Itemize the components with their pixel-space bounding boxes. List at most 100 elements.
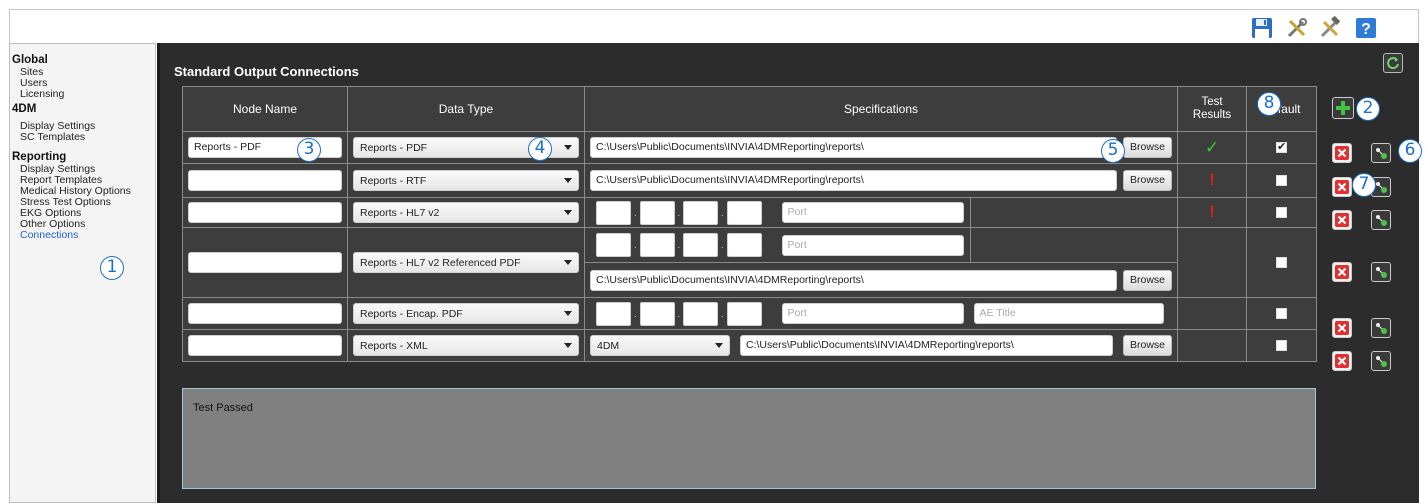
plus-icon: [1336, 101, 1350, 115]
default-checkbox[interactable]: [1276, 308, 1287, 319]
browse-button[interactable]: Browse: [1122, 137, 1172, 158]
status-message-area: Test Passed: [182, 388, 1316, 489]
default-checkbox[interactable]: [1276, 140, 1287, 153]
path-input[interactable]: C:\Users\Public\Documents\INVIA\4DMRepor…: [740, 335, 1113, 356]
copy-row-button[interactable]: [1371, 143, 1391, 163]
help-icon[interactable]: ?: [1353, 15, 1379, 41]
test-result-empty: [1177, 329, 1247, 362]
header-test-results-line: Test: [1201, 96, 1223, 108]
chevron-down-icon: [564, 343, 572, 348]
test-result-fail: !: [1177, 197, 1247, 228]
node-name-input[interactable]: [188, 303, 342, 324]
close-icon: [1335, 180, 1349, 194]
close-icon: [1335, 354, 1349, 368]
browse-button[interactable]: Browse: [1122, 269, 1172, 291]
header-test-results-line: Results: [1192, 109, 1232, 121]
format-value: 4DM: [597, 339, 620, 352]
delete-row-button[interactable]: [1332, 177, 1352, 197]
data-type-value: Reports - RTF: [360, 174, 427, 187]
node-name-input[interactable]: [188, 252, 342, 273]
header-default: Default: [1246, 86, 1317, 132]
chevron-down-icon: [564, 311, 572, 316]
header-specifications: Specifications: [584, 86, 1178, 132]
browse-button[interactable]: Browse: [1122, 335, 1172, 356]
sidebar-item-licensing[interactable]: Licensing: [12, 89, 155, 100]
ae-title-input[interactable]: AE Title: [973, 303, 1164, 324]
ip-address-input[interactable]: ...: [585, 233, 767, 257]
data-type-value: Reports - XML: [360, 339, 428, 352]
delete-row-button[interactable]: [1332, 351, 1352, 371]
header-node-name: Node Name: [182, 86, 348, 132]
delete-row-button[interactable]: [1332, 262, 1352, 282]
delete-row-button[interactable]: [1332, 143, 1352, 163]
status-text: Test Passed: [193, 402, 253, 414]
duplicate-icon: [1376, 182, 1387, 193]
chevron-down-icon: [564, 260, 572, 265]
path-input[interactable]: C:\Users\Public\Documents\INVIA\4DMRepor…: [590, 269, 1117, 291]
duplicate-icon: [1376, 356, 1387, 367]
port-input[interactable]: Port: [781, 303, 964, 324]
path-input[interactable]: C:\Users\Public\Documents\INVIA\4DMRepor…: [590, 170, 1117, 191]
format-select[interactable]: 4DM: [590, 335, 730, 356]
data-type-value: Reports - HL7 v2 Referenced PDF: [360, 256, 521, 269]
path-input[interactable]: C:\Users\Public\Documents\INVIA\4DMRepor…: [590, 137, 1117, 158]
copy-row-button[interactable]: [1371, 351, 1391, 371]
close-icon: [1335, 321, 1349, 335]
table-row: Reports - PDF Reports - PDF C:\Users\Pub…: [182, 131, 1317, 164]
callout-7: 7: [1352, 173, 1376, 197]
refresh-button[interactable]: [1383, 53, 1403, 73]
table-header-row: Node Name Data Type Specifications Test R…: [182, 86, 1317, 132]
port-input[interactable]: Port: [781, 202, 964, 223]
duplicate-icon: [1376, 148, 1387, 159]
sidebar-section-global: Global: [12, 54, 48, 66]
sidebar-section-reporting: Reporting: [12, 151, 67, 163]
save-icon[interactable]: [1249, 15, 1275, 41]
default-checkbox[interactable]: [1276, 257, 1287, 268]
test-result-pass: ✓: [1177, 131, 1247, 164]
callout-5: 5: [1101, 139, 1125, 163]
data-type-select[interactable]: Reports - HL7 v2: [353, 202, 579, 223]
node-name-input[interactable]: [188, 202, 342, 223]
settings-sidebar: Global Sites Users Licensing 4DM Display…: [9, 43, 156, 503]
table-row: Reports - HL7 v2 Referenced PDF ... Port…: [182, 227, 1317, 298]
duplicate-icon: [1376, 323, 1387, 334]
port-input[interactable]: Port: [781, 234, 964, 256]
node-name-input[interactable]: [188, 335, 342, 356]
ip-address-input[interactable]: ...: [585, 301, 767, 326]
sidebar-item-connections[interactable]: Connections: [12, 230, 155, 241]
callout-4: 4: [528, 137, 552, 161]
chevron-down-icon: [715, 343, 723, 348]
delete-row-button[interactable]: [1332, 210, 1352, 230]
ip-address-input[interactable]: ...: [585, 200, 767, 225]
default-checkbox[interactable]: [1276, 340, 1287, 351]
data-type-select[interactable]: Reports - RTF: [353, 170, 579, 191]
close-icon: [1335, 146, 1349, 160]
default-checkbox[interactable]: [1276, 207, 1287, 218]
delete-row-button[interactable]: [1332, 318, 1352, 338]
test-result-fail: !: [1177, 163, 1247, 198]
test-result-empty: [1177, 227, 1247, 298]
tools-icon[interactable]: [1284, 15, 1310, 41]
close-icon: [1335, 265, 1349, 279]
node-name-input[interactable]: [188, 170, 342, 191]
close-icon: [1335, 213, 1349, 227]
copy-row-button[interactable]: [1371, 262, 1391, 282]
callout-1: 1: [100, 256, 124, 280]
data-type-value: Reports - HL7 v2: [360, 206, 440, 219]
data-type-value: Reports - Encap. PDF: [360, 307, 463, 320]
data-type-select[interactable]: Reports - HL7 v2 Referenced PDF: [353, 252, 579, 273]
copy-row-button[interactable]: [1371, 210, 1391, 230]
wrench-hammer-icon[interactable]: [1317, 15, 1343, 41]
data-type-select[interactable]: Reports - XML: [353, 335, 579, 356]
duplicate-icon: [1376, 267, 1387, 278]
data-type-select[interactable]: Reports - Encap. PDF: [353, 303, 579, 324]
sidebar-item-sc-templates[interactable]: SC Templates: [12, 132, 155, 143]
header-data-type: Data Type: [347, 86, 585, 132]
browse-button[interactable]: Browse: [1122, 170, 1172, 191]
copy-row-button[interactable]: [1371, 318, 1391, 338]
svg-text:?: ?: [1361, 21, 1371, 38]
default-checkbox[interactable]: [1276, 175, 1287, 186]
add-connection-button[interactable]: [1332, 97, 1354, 119]
panel-title: Standard Output Connections: [174, 64, 359, 79]
chevron-down-icon: [564, 210, 572, 215]
